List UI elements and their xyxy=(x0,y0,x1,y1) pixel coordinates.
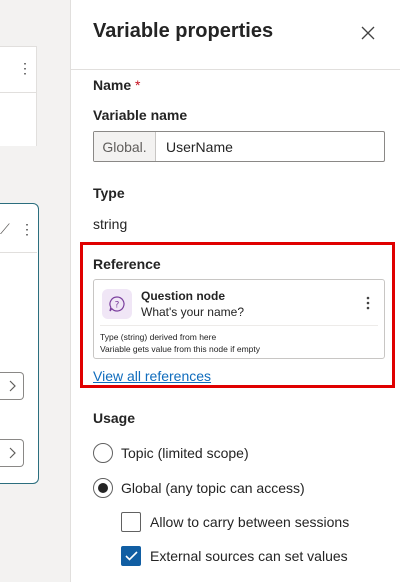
divider xyxy=(100,325,378,326)
name-label: Name xyxy=(93,77,132,93)
required-marker: * xyxy=(135,77,141,93)
type-label: Type xyxy=(93,185,125,201)
variable-properties-panel: Variable properties Name * Variable name… xyxy=(70,0,400,582)
reference-note-value: Variable gets value from this node if em… xyxy=(100,344,261,354)
panel-header: Variable properties xyxy=(71,0,400,70)
reference-card[interactable]: ? Question node What's your name? Type (… xyxy=(93,279,385,359)
canvas-node-card-question[interactable]: ⟋ ⋮ xyxy=(0,203,39,484)
radio-button[interactable] xyxy=(93,443,113,463)
checkbox[interactable] xyxy=(121,512,141,532)
reference-label: Reference xyxy=(93,256,161,272)
panel-title: Variable properties xyxy=(93,20,274,42)
view-all-references-link[interactable]: View all references xyxy=(93,368,211,384)
more-options-icon[interactable]: ⋮ xyxy=(18,61,32,75)
canvas-node-card-top[interactable]: ⋮ xyxy=(0,46,37,146)
chevron-right-icon xyxy=(9,380,16,392)
more-options-icon xyxy=(366,296,370,310)
checkbox-label: Allow to carry between sessions xyxy=(150,514,350,530)
chevron-right-button[interactable] xyxy=(0,439,24,467)
name-section-label: Name * xyxy=(93,77,140,93)
variable-name-input[interactable]: UserName xyxy=(156,132,384,161)
reference-node-subtitle: What's your name? xyxy=(141,305,245,319)
checkbox-external-sources[interactable]: External sources can set values xyxy=(121,546,348,566)
radio-global-scope[interactable]: Global (any topic can access) xyxy=(93,478,305,498)
radio-button-selected[interactable] xyxy=(93,478,113,498)
chevron-icon[interactable]: ⟋ xyxy=(0,222,10,236)
divider xyxy=(0,252,37,253)
checkmark-icon xyxy=(124,551,138,561)
usage-label: Usage xyxy=(93,410,136,426)
radio-label: Global (any topic can access) xyxy=(121,480,305,496)
radio-topic-scope[interactable]: Topic (limited scope) xyxy=(93,443,249,463)
divider xyxy=(0,92,37,93)
reference-node-title: Question node xyxy=(141,289,225,303)
svg-text:?: ? xyxy=(115,301,120,311)
chevron-right-button[interactable] xyxy=(0,372,24,400)
question-node-icon: ? xyxy=(102,289,132,319)
radio-label: Topic (limited scope) xyxy=(121,445,249,461)
more-options-icon[interactable]: ⋮ xyxy=(20,222,34,236)
checkbox-checked[interactable] xyxy=(121,546,141,566)
reference-note-type: Type (string) derived from here xyxy=(100,332,217,342)
checkbox-label: External sources can set values xyxy=(150,548,348,564)
close-icon xyxy=(361,26,375,40)
chevron-right-icon xyxy=(9,447,16,459)
authoring-canvas: ⋮ ⟋ ⋮ xyxy=(0,0,70,582)
variable-scope-prefix: Global. xyxy=(94,132,156,161)
checkbox-carry-between-sessions[interactable]: Allow to carry between sessions xyxy=(121,512,349,532)
type-value: string xyxy=(93,216,128,232)
variable-name-label: Variable name xyxy=(93,107,188,123)
variable-name-field[interactable]: Global. UserName xyxy=(93,131,385,162)
close-button[interactable] xyxy=(357,22,379,44)
reference-more-options-button[interactable] xyxy=(362,293,374,313)
